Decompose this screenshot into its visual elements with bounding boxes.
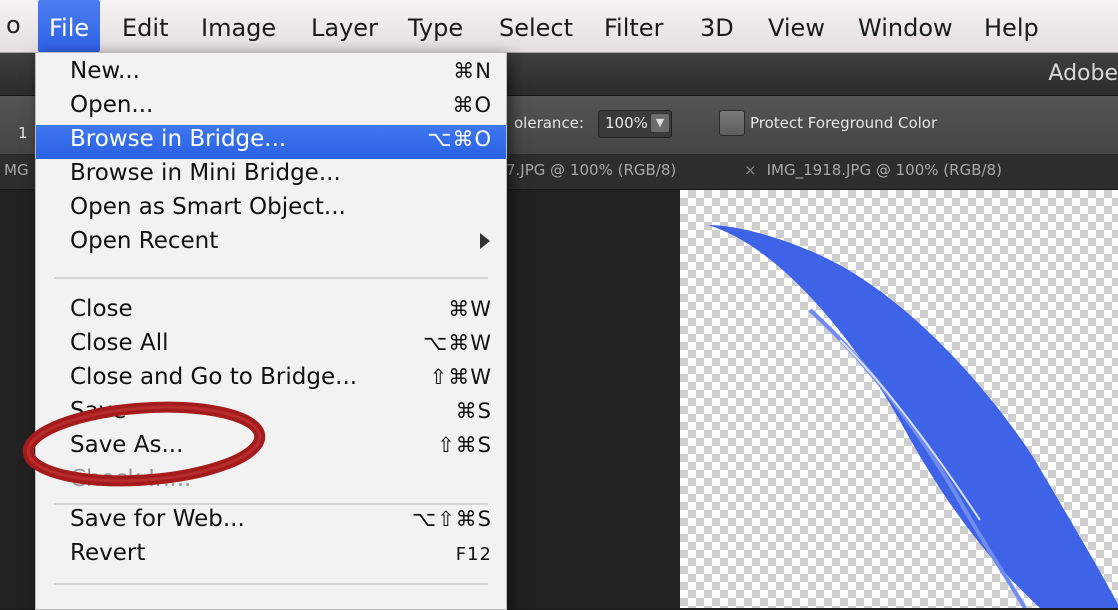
options-left-fragment: 1 xyxy=(18,124,28,142)
menu-item-label: Revert xyxy=(70,540,146,566)
annotation-ellipse xyxy=(22,401,266,487)
tolerance-select[interactable]: 100% ▼ xyxy=(598,110,672,138)
menu-file[interactable]: File xyxy=(38,0,101,52)
menu-item-new[interactable]: New... ⌘N xyxy=(36,57,506,91)
menu-item-shortcut: ⌥⌘W xyxy=(423,331,492,355)
protect-foreground-label: Protect Foreground Color xyxy=(750,114,938,132)
menu-item-save-for-web[interactable]: Save for Web... ⌥⇧⌘S xyxy=(36,505,506,539)
close-icon[interactable]: × xyxy=(744,161,757,179)
menu-item-shortcut: ⌘O xyxy=(452,93,492,117)
menu-item-shortcut: ⇧⌘S xyxy=(437,433,492,457)
tab-document-2[interactable]: × IMG_1918.JPG @ 100% (RGB/8) xyxy=(744,161,1002,179)
menu-layer[interactable]: Layer xyxy=(311,0,378,52)
menu-item-label: Open... xyxy=(70,92,154,118)
menu-item-shortcut: ⌘W xyxy=(448,297,492,321)
menu-item-label: Open Recent xyxy=(70,228,219,254)
tab-document-1[interactable]: 7.JPG @ 100% (RGB/8) xyxy=(506,161,676,179)
menu-select[interactable]: Select xyxy=(499,0,573,52)
tolerance-label: olerance: xyxy=(514,114,584,132)
chevron-down-icon: ▼ xyxy=(651,114,669,132)
tab-document-2-label: IMG_1918.JPG @ 100% (RGB/8) xyxy=(766,161,1002,179)
menu-item-label: Open as Smart Object... xyxy=(70,194,346,220)
menu-item-label: Save for Web... xyxy=(70,506,245,532)
menu-item-revert[interactable]: Revert F12 xyxy=(36,539,506,573)
menu-edit[interactable]: Edit xyxy=(122,0,168,52)
feather-image xyxy=(708,225,1118,608)
menu-3d[interactable]: 3D xyxy=(700,0,734,52)
tab-fragment-left[interactable]: MG xyxy=(4,161,29,179)
menu-item-shortcut: ⌘S xyxy=(455,399,492,423)
menu-item-label: New... xyxy=(70,58,140,84)
menu-type[interactable]: Type xyxy=(408,0,463,52)
menu-item-label: Close and Go to Bridge... xyxy=(70,364,358,390)
submenu-arrow-icon xyxy=(480,233,490,249)
menu-separator xyxy=(54,277,488,279)
menu-item-close-all[interactable]: Close All ⌥⌘W xyxy=(36,329,506,363)
menu-item-shortcut: ⌥⇧⌘S xyxy=(411,507,492,531)
app-title: Adobe xyxy=(1048,61,1118,86)
menu-item-shortcut: F12 xyxy=(455,544,492,565)
menu-item-open[interactable]: Open... ⌘O xyxy=(36,91,506,125)
menu-item-shortcut: ⌘N xyxy=(453,59,492,83)
menu-item-shortcut: ⌥⌘O xyxy=(427,127,492,151)
menu-item-label: Browse in Bridge... xyxy=(70,126,287,152)
menu-separator xyxy=(54,583,488,585)
tolerance-value: 100% xyxy=(605,114,648,132)
menu-view[interactable]: View xyxy=(768,0,825,52)
menu-item-label: Close xyxy=(70,296,133,322)
menu-bar: o File Edit Image Layer Type Select Filt… xyxy=(0,0,1118,53)
menu-image[interactable]: Image xyxy=(201,0,276,52)
menu-filter[interactable]: Filter xyxy=(604,0,663,52)
menu-item-browse-mini-bridge[interactable]: Browse in Mini Bridge... xyxy=(36,159,506,193)
menu-window[interactable]: Window xyxy=(858,0,953,52)
menu-item-open-smart-object[interactable]: Open as Smart Object... xyxy=(36,193,506,227)
file-menu: New... ⌘N Open... ⌘O Browse in Bridge...… xyxy=(35,52,507,610)
menu-item-close-go-bridge[interactable]: Close and Go to Bridge... ⇧⌘W xyxy=(36,363,506,397)
menu-item-label: Browse in Mini Bridge... xyxy=(70,160,341,186)
menu-item-shortcut: ⇧⌘W xyxy=(429,365,492,389)
menu-item-browse-in-bridge[interactable]: Browse in Bridge... ⌥⌘O xyxy=(36,125,506,159)
menu-bar-fragment: o xyxy=(6,11,21,39)
menu-item-label: Close All xyxy=(70,330,169,356)
menu-help[interactable]: Help xyxy=(984,0,1039,52)
protect-foreground-checkbox[interactable] xyxy=(719,110,745,136)
menu-item-close[interactable]: Close ⌘W xyxy=(36,295,506,329)
menu-item-open-recent[interactable]: Open Recent xyxy=(36,227,506,261)
